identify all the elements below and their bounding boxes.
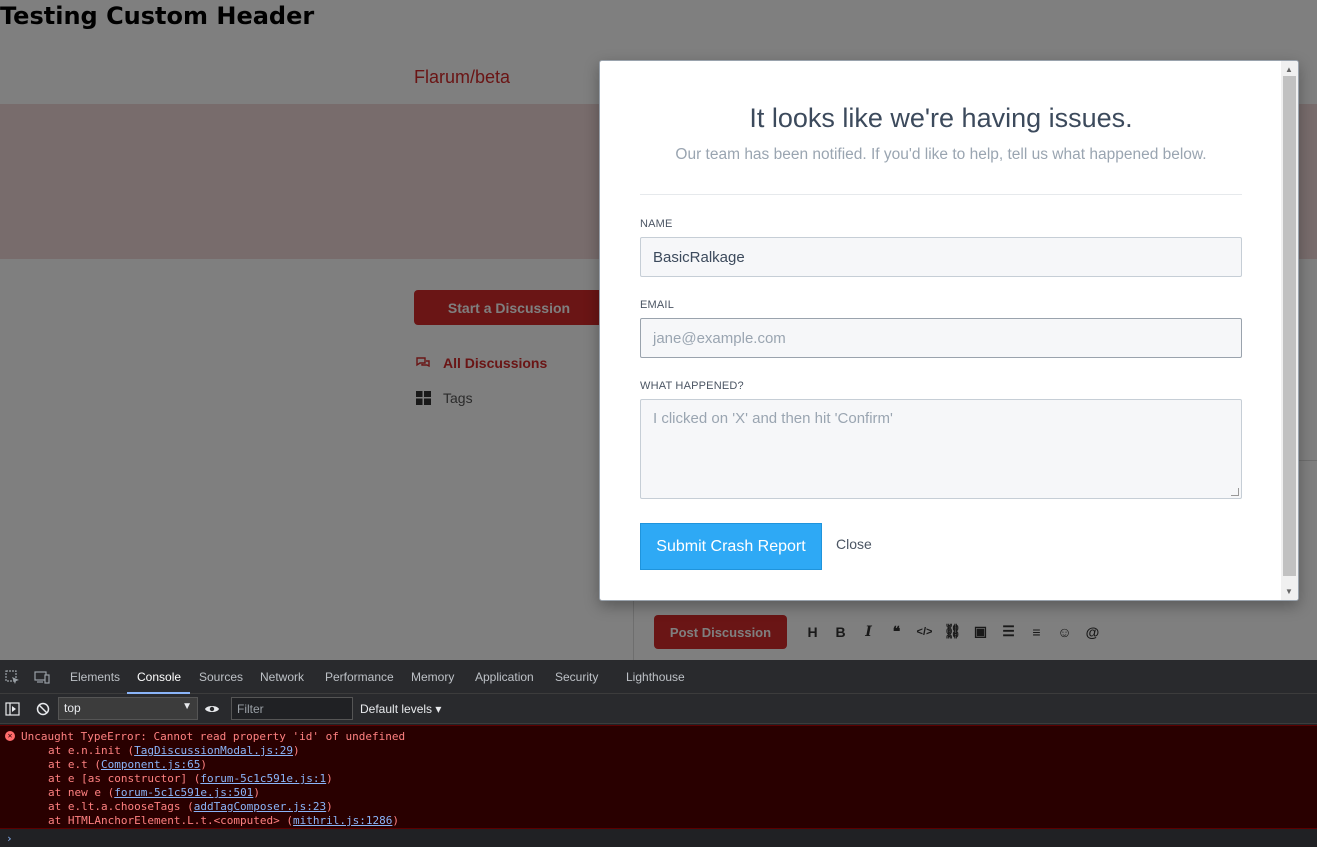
name-label: NAME [640, 218, 673, 230]
crash-report-modal: It looks like we're having issues. Our t… [599, 60, 1299, 601]
what-happened-textarea[interactable]: I clicked on 'X' and then hit 'Confirm' [640, 399, 1242, 499]
stack-frame: at e [as constructor] (forum-5c1c591e.js… [48, 772, 333, 785]
tab-sources[interactable]: Sources [199, 670, 243, 684]
tab-security[interactable]: Security [555, 670, 598, 684]
filter-input[interactable]: Filter [231, 697, 353, 720]
submit-crash-report-button[interactable]: Submit Crash Report [640, 523, 822, 570]
eye-icon[interactable] [204, 701, 220, 717]
devtools-tabbar: Elements Console Sources Network Perform… [0, 660, 1317, 694]
source-link[interactable]: addTagComposer.js:23 [194, 800, 326, 813]
source-link[interactable]: TagDiscussionModal.js:29 [134, 744, 293, 757]
inspect-element-icon[interactable] [4, 669, 20, 685]
context-value: top [64, 701, 81, 715]
console-prompt[interactable]: › [6, 832, 13, 845]
scrollbar-thumb[interactable] [1283, 76, 1296, 576]
modal-subtitle: Our team has been notified. If you'd lik… [675, 146, 1207, 163]
tab-memory[interactable]: Memory [411, 670, 454, 684]
divider [640, 194, 1242, 195]
context-select[interactable]: top ▼ [58, 697, 198, 720]
scroll-up-icon[interactable]: ▲ [1285, 65, 1293, 74]
sidebar-toggle-icon[interactable] [4, 701, 20, 717]
tab-elements[interactable]: Elements [70, 670, 120, 684]
email-input[interactable]: jane@example.com [640, 318, 1242, 358]
error-text: Uncaught TypeError: Cannot read property… [21, 730, 406, 743]
resize-handle-icon[interactable] [1231, 488, 1239, 496]
scroll-down-icon[interactable]: ▼ [1285, 587, 1293, 596]
console-error-message: ✕ Uncaught TypeError: Cannot read proper… [0, 725, 1317, 829]
tab-network[interactable]: Network [260, 670, 304, 684]
source-link[interactable]: Component.js:65 [101, 758, 200, 771]
textarea-placeholder: I clicked on 'X' and then hit 'Confirm' [653, 410, 893, 427]
close-button[interactable]: Close [836, 536, 872, 552]
tab-performance[interactable]: Performance [325, 670, 394, 684]
source-link[interactable]: mithril.js:1286 [293, 814, 392, 827]
modal-scrollbar[interactable]: ▲ ▼ [1281, 61, 1298, 600]
tab-application[interactable]: Application [475, 670, 534, 684]
modal-title: It looks like we're having issues. [749, 103, 1133, 133]
email-label: EMAIL [640, 299, 675, 311]
stack-frame: at new e (forum-5c1c591e.js:501) [48, 786, 260, 799]
stack-frame: at e.lt.a.chooseTags (addTagComposer.js:… [48, 800, 333, 813]
source-link[interactable]: forum-5c1c591e.js:501 [114, 786, 253, 799]
stack-frame: at HTMLAnchorElement.L.t.<computed> (mit… [48, 814, 400, 827]
devtools-panel: Elements Console Sources Network Perform… [0, 660, 1317, 847]
error-icon: ✕ [5, 731, 15, 741]
stack-frame: at e.n.init (TagDiscussionModal.js:29) [48, 744, 300, 757]
device-toggle-icon[interactable] [34, 669, 50, 685]
name-input[interactable]: BasicRalkage [640, 237, 1242, 277]
chevron-down-icon: ▼ [182, 701, 192, 712]
log-levels-dropdown[interactable]: Default levels ▾ [360, 702, 441, 716]
what-happened-label: WHAT HAPPENED? [640, 380, 744, 392]
clear-console-icon[interactable] [35, 701, 51, 717]
tab-lighthouse[interactable]: Lighthouse [626, 670, 685, 684]
source-link[interactable]: forum-5c1c591e.js:1 [200, 772, 326, 785]
tab-console[interactable]: Console [137, 670, 181, 684]
console-filterbar: top ▼ Filter Default levels ▾ [0, 694, 1317, 724]
stack-frame: at e.t (Component.js:65) [48, 758, 207, 771]
